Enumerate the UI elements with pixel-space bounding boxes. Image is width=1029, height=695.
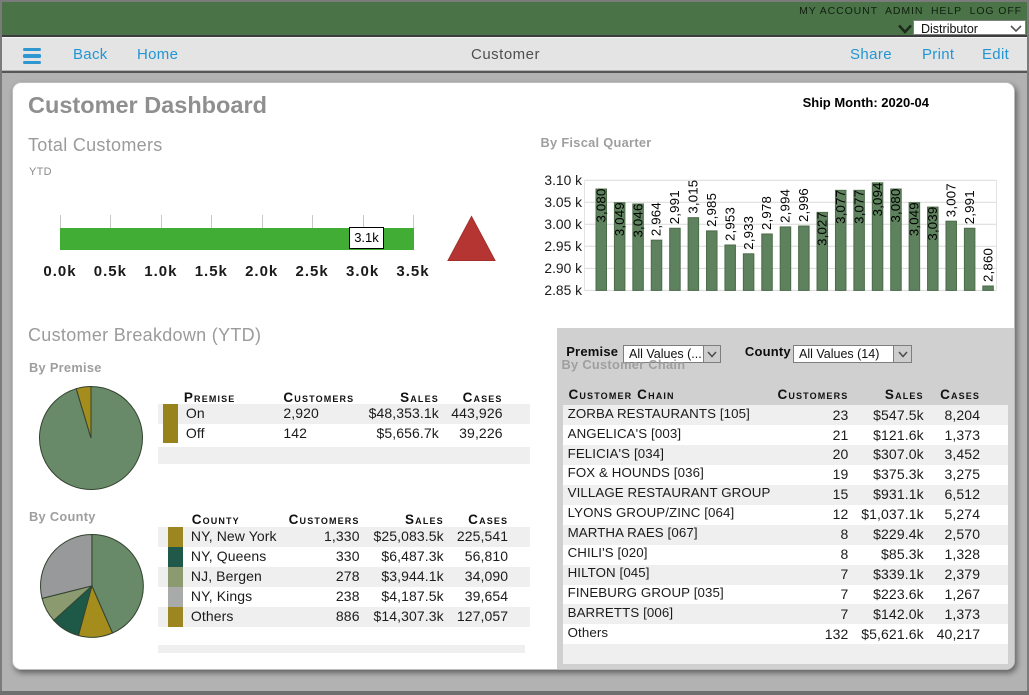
svg-text:3.10 k: 3.10 k bbox=[544, 173, 582, 188]
svg-text:2,933: 2,933 bbox=[741, 216, 756, 250]
svg-text:3,077: 3,077 bbox=[833, 190, 848, 224]
svg-text:3,015: 3,015 bbox=[686, 180, 701, 214]
svg-text:3,049: 3,049 bbox=[612, 202, 627, 236]
svg-text:3,049: 3,049 bbox=[907, 202, 922, 236]
svg-text:3.05 k: 3.05 k bbox=[544, 195, 582, 210]
svg-text:2,994: 2,994 bbox=[778, 189, 793, 223]
svg-text:2,996: 2,996 bbox=[796, 188, 811, 222]
svg-text:3,080: 3,080 bbox=[888, 189, 903, 223]
svg-text:3,094: 3,094 bbox=[870, 182, 885, 216]
svg-text:2.85 k: 2.85 k bbox=[544, 283, 582, 298]
svg-text:2,991: 2,991 bbox=[962, 190, 977, 224]
svg-text:3,080: 3,080 bbox=[593, 189, 608, 223]
svg-text:2,985: 2,985 bbox=[704, 193, 719, 227]
svg-text:2,991: 2,991 bbox=[667, 190, 682, 224]
svg-text:2.95 k: 2.95 k bbox=[544, 239, 582, 254]
svg-text:2,953: 2,953 bbox=[722, 207, 737, 241]
svg-text:2,860: 2,860 bbox=[980, 248, 995, 282]
svg-text:3,039: 3,039 bbox=[925, 207, 940, 241]
svg-text:3,077: 3,077 bbox=[851, 190, 866, 224]
svg-text:2,964: 2,964 bbox=[649, 202, 664, 236]
svg-text:3,027: 3,027 bbox=[814, 212, 829, 246]
svg-text:2,978: 2,978 bbox=[759, 196, 774, 230]
svg-text:3,007: 3,007 bbox=[943, 183, 958, 217]
svg-text:3.00 k: 3.00 k bbox=[544, 217, 582, 232]
svg-text:2.90 k: 2.90 k bbox=[544, 261, 582, 276]
svg-text:3,046: 3,046 bbox=[630, 203, 645, 237]
